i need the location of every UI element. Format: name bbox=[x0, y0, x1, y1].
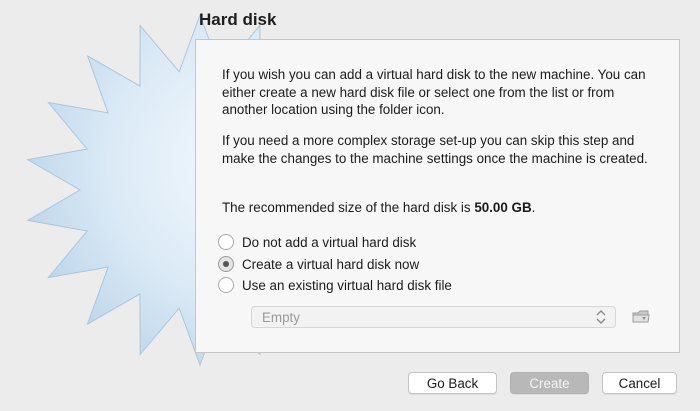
radio-button[interactable] bbox=[218, 234, 234, 250]
create-button[interactable]: Create bbox=[510, 372, 589, 394]
content-panel: If you wish you can add a virtual hard d… bbox=[195, 39, 680, 353]
recommended-size-text: The recommended size of the hard disk is… bbox=[222, 199, 662, 217]
option-label: Use an existing virtual hard disk file bbox=[242, 277, 452, 293]
option-label: Create a virtual hard disk now bbox=[242, 256, 420, 272]
recommended-size-suffix: . bbox=[531, 200, 536, 215]
intro-paragraph: If you wish you can add a virtual hard d… bbox=[222, 67, 646, 117]
updown-chevron-icon bbox=[596, 310, 606, 324]
page-title: Hard disk bbox=[199, 10, 277, 29]
recommended-size-value: 50.00 GB bbox=[474, 200, 532, 215]
folder-icon[interactable] bbox=[631, 307, 651, 327]
radio-button[interactable] bbox=[218, 277, 234, 293]
radio-button-selected[interactable] bbox=[218, 256, 234, 272]
go-back-button[interactable]: Go Back bbox=[408, 372, 497, 394]
option-create-disk[interactable]: Create a virtual hard disk now bbox=[218, 254, 419, 274]
cancel-button[interactable]: Cancel bbox=[602, 372, 677, 394]
recommended-size-prefix: The recommended size of the hard disk is bbox=[222, 200, 475, 215]
option-existing-disk[interactable]: Use an existing virtual hard disk file bbox=[218, 275, 452, 295]
existing-disk-select[interactable]: Empty bbox=[251, 306, 616, 328]
radio-dot bbox=[223, 261, 229, 267]
select-value: Empty bbox=[262, 309, 300, 325]
storage-paragraph: If you need a more complex storage set-u… bbox=[222, 133, 648, 166]
option-no-disk[interactable]: Do not add a virtual hard disk bbox=[218, 232, 416, 252]
option-label: Do not add a virtual hard disk bbox=[242, 234, 417, 250]
